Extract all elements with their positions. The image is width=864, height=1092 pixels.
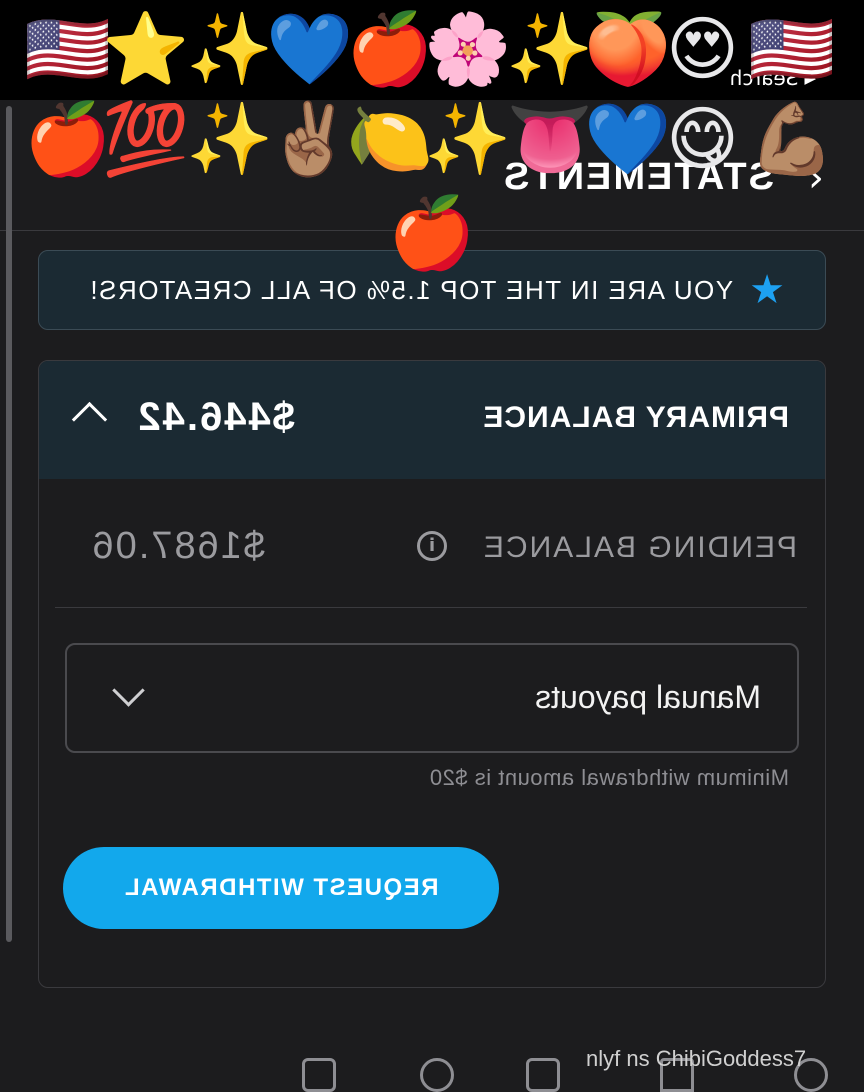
tab-add-icon[interactable]: [526, 1058, 560, 1092]
chevron-down-icon: [112, 674, 145, 707]
emoji-sticker: ✨: [424, 98, 512, 180]
emoji-sticker: 🍎: [24, 98, 112, 180]
emoji-sticker: 🌸: [424, 8, 512, 90]
primary-balance-label: PRIMARY BALANCE: [482, 401, 789, 434]
emoji-sticker: 💙: [266, 8, 354, 90]
emoji-sticker: 🇺🇸: [24, 8, 112, 90]
watermark-text: nlyf ns ChibiGoddess7: [586, 1046, 807, 1071]
emoji-sticker: 🍎: [388, 192, 476, 274]
minimum-withdrawal-hint: Minimum withdrawal amount is $20: [429, 765, 789, 790]
emoji-sticker: 💪🏽: [748, 98, 836, 180]
chevron-up-icon[interactable]: [71, 401, 108, 438]
star-icon: ★: [749, 267, 785, 313]
info-icon[interactable]: i: [417, 531, 447, 561]
pending-balance-row: PENDING BALANCE i $1687.06: [39, 479, 825, 607]
divider: [55, 607, 807, 608]
request-withdrawal-button[interactable]: REQUEST WITHDRAWAL: [63, 847, 499, 929]
emoji-sticker: 🍋: [346, 98, 434, 180]
emoji-sticker: 🍑: [584, 8, 672, 90]
pending-balance-label: PENDING BALANCE: [481, 531, 797, 564]
emoji-sticker: ✌🏽: [266, 98, 354, 180]
pending-balance-amount: $1687.06: [90, 525, 266, 567]
emoji-sticker: 👅: [506, 98, 594, 180]
primary-balance-amount: $446.42: [136, 395, 295, 439]
banner-text: YOU ARE IN THE TOP 1.5% OF ALL CREATORS!: [88, 274, 734, 305]
emoji-sticker: ⭐: [102, 8, 190, 90]
emoji-sticker: 💯: [102, 98, 190, 180]
emoji-sticker: 🍎: [346, 8, 434, 90]
scrollbar[interactable]: [6, 106, 12, 942]
tab-profile-icon[interactable]: [302, 1058, 336, 1092]
emoji-sticker: ✨: [506, 8, 594, 90]
emoji-sticker: 😋: [666, 98, 739, 180]
payout-method-value: Manual payouts: [535, 679, 761, 715]
emoji-sticker: 🇺🇸: [748, 8, 836, 90]
emoji-sticker: 💙: [584, 98, 672, 180]
primary-balance-row[interactable]: PRIMARY BALANCE $446.42: [39, 361, 825, 479]
payout-method-select[interactable]: Manual payouts: [65, 643, 799, 753]
emoji-sticker: ✨: [186, 8, 274, 90]
emoji-sticker: ✨: [186, 98, 274, 180]
balance-card: PRIMARY BALANCE $446.42 PENDING BALANCE …: [38, 360, 826, 988]
emoji-sticker: 😍: [666, 8, 739, 90]
tab-messages-icon[interactable]: [420, 1058, 454, 1092]
